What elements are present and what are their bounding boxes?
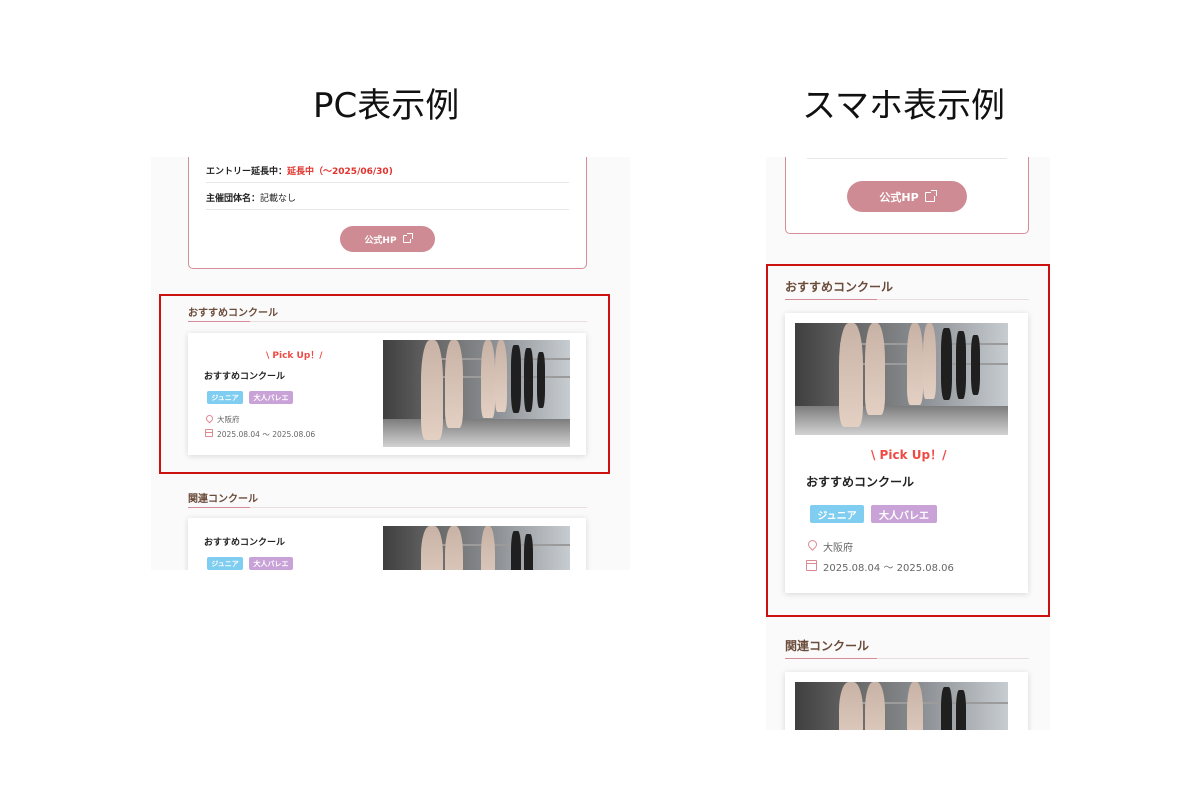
card-title: おすすめコンクール [204,538,286,548]
official-hp-label: 公式HP [364,235,397,246]
divider [206,182,569,183]
external-link-icon [402,233,413,243]
ballet-dancers-photo [795,682,1008,730]
entry-status-value: 延長中（〜2025/06/30) [287,167,393,177]
related-card[interactable] [785,672,1028,730]
divider [206,209,569,210]
entry-status-label: エントリー延長中： [206,167,288,177]
official-hp-button[interactable]: 公式HP [847,181,967,212]
divider [807,158,1007,159]
pc-highlight-box [159,294,610,474]
related-section-title: 関連コンクール [188,494,258,505]
related-card[interactable]: おすすめコンクール ジュニア 大人バレエ [188,518,586,570]
smartphone-highlight-box [766,264,1050,617]
organizer-label: 主催団体名： [206,194,261,204]
official-hp-button[interactable]: 公式HP [340,226,435,252]
entry-status-row: エントリー延長中：延長中（〜2025/06/30) [206,164,393,177]
external-link-icon [924,189,937,202]
organizer-row: 主催団体名：記載なし [206,191,296,204]
section-accent-line [785,657,877,659]
official-hp-label: 公式HP [879,190,919,204]
section-accent-line [188,506,250,508]
tag-junior: ジュニア [207,557,243,570]
pc-example-heading: PC表示例 [313,86,460,126]
related-section-title: 関連コンクール [785,639,870,653]
tag-adult-ballet: 大人バレエ [249,557,293,570]
ballet-dancers-photo [383,526,570,570]
organizer-value: 記載なし [260,194,297,204]
smartphone-example-heading: スマホ表示例 [802,86,1005,126]
